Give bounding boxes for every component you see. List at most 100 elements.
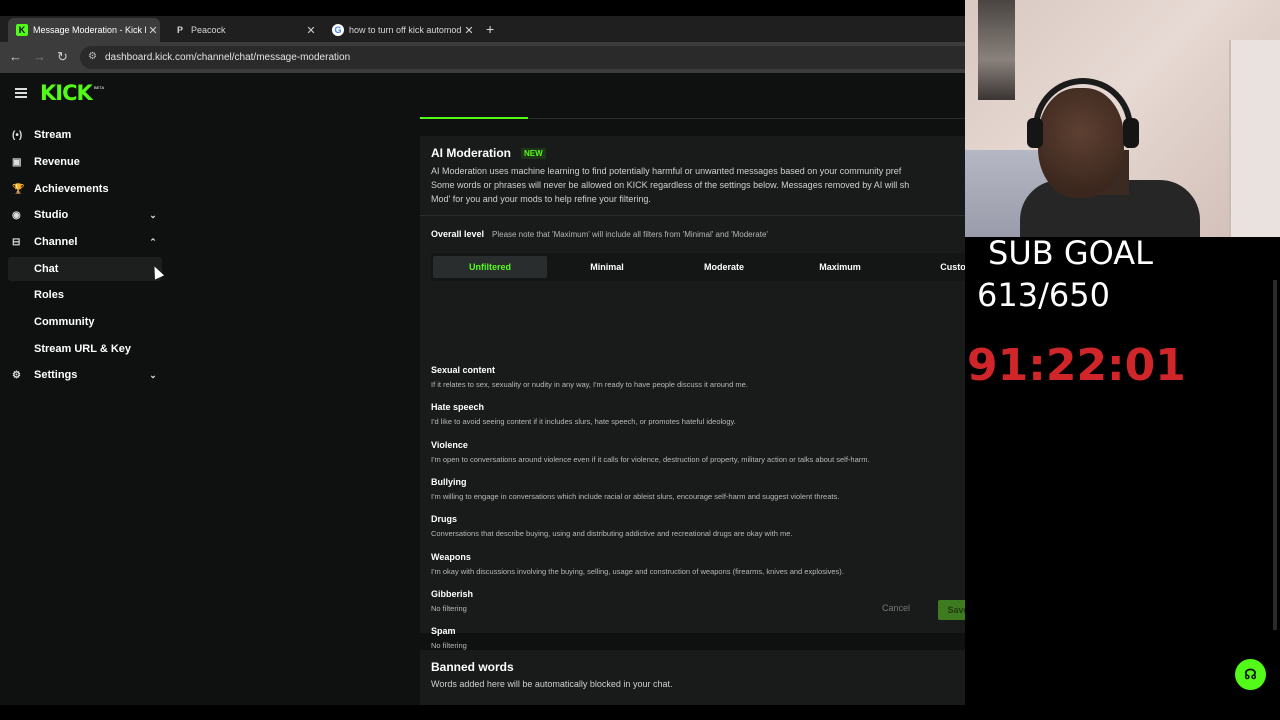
- sidebar-item-revenue[interactable]: ▣ Revenue: [8, 150, 162, 174]
- channel-icon: ⊟: [12, 236, 21, 248]
- category-hate-speech: Hate speech I'd like to avoid seeing con…: [431, 402, 736, 426]
- sidebar-item-studio[interactable]: ◉ Studio ⌄: [8, 203, 162, 227]
- kick-favicon-icon: K: [16, 24, 28, 36]
- category-title: Hate speech: [431, 402, 485, 412]
- broadcast-icon: (•): [12, 129, 23, 141]
- menu-icon[interactable]: [15, 88, 27, 98]
- category-title: Violence: [431, 440, 468, 450]
- site-info-icon[interactable]: ⚙: [88, 51, 97, 62]
- category-title: Sexual content: [431, 365, 496, 375]
- tab-label: how to turn off kick automod -: [349, 25, 462, 35]
- category-description: Conversations that describe buying, usin…: [431, 529, 793, 538]
- wall-poster: [978, 0, 1015, 100]
- cancel-button[interactable]: Cancel: [882, 603, 910, 613]
- sidebar-item-channel[interactable]: ⊟ Channel ⌃: [8, 230, 162, 254]
- sidebar-item-label: Channel: [34, 236, 78, 248]
- sidebar-item-label: Achievements: [34, 183, 109, 195]
- category-description: I'd like to avoid seeing content if it i…: [431, 417, 736, 426]
- sidebar-item-label: Studio: [34, 209, 69, 221]
- peacock-favicon-icon: P: [176, 25, 183, 35]
- ai-moderation-description: AI Moderation uses machine learning to f…: [431, 164, 965, 206]
- description-line: Mod' for you and your mods to help refin…: [431, 194, 651, 204]
- category-spam: Spam No filtering: [431, 626, 467, 650]
- ai-moderation-card: AI Moderation NEW AI Moderation uses mac…: [420, 136, 965, 650]
- banned-words-title: Banned words: [431, 660, 514, 674]
- level-option-moderate[interactable]: Moderate: [667, 256, 781, 278]
- category-title: Drugs: [431, 514, 458, 524]
- sidebar-item-chat[interactable]: Chat: [8, 257, 162, 281]
- new-badge: NEW: [521, 148, 546, 159]
- level-option-minimal[interactable]: Minimal: [550, 256, 664, 278]
- beta-badge: BETA: [94, 85, 105, 90]
- sidebar-item-community[interactable]: Community: [8, 310, 162, 334]
- back-arrow-icon[interactable]: ←: [9, 49, 22, 64]
- close-icon[interactable]: ✕: [462, 24, 476, 37]
- sidebar-item-label: Chat: [34, 263, 59, 275]
- category-bullying: Bullying I'm willing to engage in conver…: [431, 477, 839, 501]
- address-bar[interactable]: ⚙ dashboard.kick.com/channel/chat/messag…: [80, 46, 965, 69]
- overall-level-label: Overall level: [431, 229, 485, 239]
- sidebar-item-achievements[interactable]: 🏆 Achievements: [8, 177, 162, 201]
- reload-icon[interactable]: ↻: [57, 49, 68, 65]
- sidebar-item-stream[interactable]: (•) Stream: [8, 123, 162, 147]
- save-changes-button[interactable]: Save changes: [938, 600, 965, 620]
- sidebar-item-settings[interactable]: ⚙ Settings ⌄: [8, 363, 162, 387]
- sidebar-item-stream-url-key[interactable]: Stream URL & Key: [8, 337, 162, 361]
- browser-tab-kick[interactable]: K Message Moderation - Kick Da ✕: [8, 18, 160, 42]
- level-option-maximum[interactable]: Maximum: [783, 256, 897, 278]
- category-violence: Violence I'm open to conversations aroun…: [431, 440, 870, 464]
- browser-tab-google[interactable]: G how to turn off kick automod - ✕: [324, 18, 476, 42]
- url-text: dashboard.kick.com/channel/chat/message-…: [105, 52, 351, 63]
- sidebar-item-label: Revenue: [34, 156, 80, 168]
- category-gibberish: Gibberish No filtering: [431, 589, 473, 613]
- forward-arrow-icon[interactable]: →: [33, 49, 46, 64]
- active-tab-indicator: [420, 117, 528, 119]
- chevron-down-icon[interactable]: ⌄: [144, 370, 162, 381]
- overall-level-note: Please note that 'Maximum' will include …: [492, 230, 768, 239]
- divider: [420, 215, 965, 216]
- close-icon[interactable]: ✕: [304, 24, 318, 37]
- category-title: Bullying: [431, 477, 467, 487]
- trophy-icon: 🏆: [12, 183, 25, 195]
- banned-words-description: Words added here will be automatically b…: [431, 679, 673, 689]
- chevron-up-icon[interactable]: ⌃: [144, 237, 162, 248]
- category-description: No filtering: [431, 641, 467, 650]
- sidebar-item-label: Community: [34, 316, 95, 328]
- sub-goal-label: SUB GOAL: [988, 234, 1153, 272]
- sidebar-item-label: Roles: [34, 289, 64, 301]
- headset-earcup: [1027, 118, 1043, 148]
- browser-tab-peacock[interactable]: P Peacock ✕: [166, 18, 318, 42]
- revenue-icon: ▣: [12, 156, 22, 168]
- chevron-down-icon[interactable]: ⌄: [144, 210, 162, 221]
- page-scrollbar[interactable]: [1273, 280, 1277, 630]
- category-description: If it relates to sex, sexuality or nudit…: [431, 380, 748, 389]
- headset-earcup: [1123, 118, 1139, 148]
- sidebar-item-label: Settings: [34, 369, 78, 381]
- sidebar-item-roles[interactable]: Roles: [8, 283, 162, 307]
- category-title: Gibberish: [431, 589, 474, 599]
- category-description: No filtering: [431, 604, 467, 613]
- studio-icon: ◉: [12, 209, 21, 221]
- kick-logo[interactable]: KICK: [40, 81, 93, 105]
- support-chat-icon[interactable]: ☊: [1235, 659, 1266, 690]
- category-drugs: Drugs Conversations that describe buying…: [431, 514, 792, 538]
- webcam-feed: [965, 0, 1280, 237]
- browser-tabstrip: K Message Moderation - Kick Da ✕ P Peaco…: [0, 16, 965, 42]
- category-description: I'm willing to engage in conversations w…: [431, 492, 840, 501]
- tab-label: Message Moderation - Kick Da: [33, 25, 146, 35]
- browser-toolbar: ← → ↻ ⚙ dashboard.kick.com/channel/chat/…: [0, 42, 965, 73]
- tab-label: Peacock: [191, 25, 226, 35]
- level-option-unfiltered[interactable]: Unfiltered: [433, 256, 547, 278]
- category-sexual-content: Sexual content If it relates to sex, sex…: [431, 365, 748, 389]
- description-line: Some words or phrases will never be allo…: [431, 180, 910, 190]
- category-title: Weapons: [431, 552, 471, 562]
- level-selector: Unfiltered Minimal Moderate Maximum Cust…: [431, 253, 965, 281]
- gear-icon: ⚙: [12, 369, 21, 381]
- category-description: I'm okay with discussions involving the …: [431, 567, 844, 576]
- level-option-custom[interactable]: Custom: [900, 256, 965, 278]
- description-line: AI Moderation uses machine learning to f…: [431, 166, 902, 176]
- sidebar-item-label: Stream URL & Key: [34, 343, 131, 355]
- new-tab-icon[interactable]: +: [486, 21, 494, 37]
- dashboard-page: KICK BETA (•) Stream ▣ Revenue 🏆 Achieve…: [0, 73, 965, 705]
- close-icon[interactable]: ✕: [146, 24, 160, 37]
